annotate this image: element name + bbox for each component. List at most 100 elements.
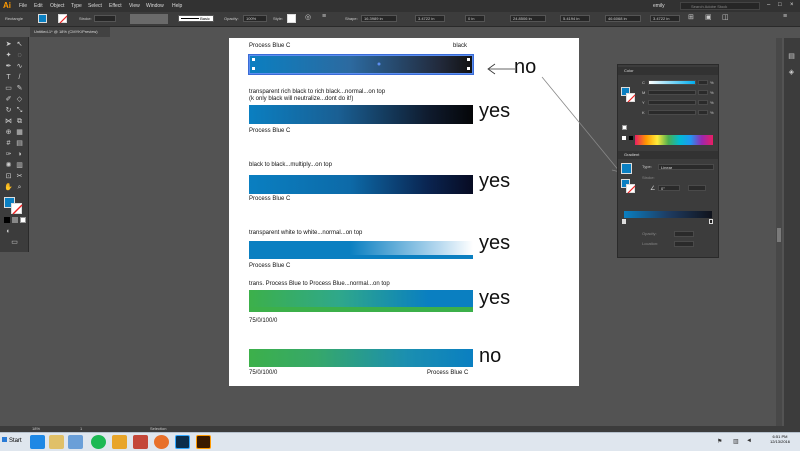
menu-type[interactable]: Type: [71, 3, 82, 9]
symbol-sprayer-tool-icon[interactable]: ✺: [4, 161, 13, 170]
transform-icon[interactable]: ⊞: [688, 13, 694, 21]
gradient-panel-header[interactable]: Gradient: [618, 151, 718, 159]
black-swatch-icon[interactable]: [629, 136, 633, 140]
menu-file[interactable]: File: [19, 3, 27, 9]
taskbar-app2-icon[interactable]: [133, 435, 148, 449]
direct-selection-tool-icon[interactable]: ↖: [15, 40, 24, 49]
hand-tool-icon[interactable]: ✋: [4, 183, 13, 192]
menu-object[interactable]: Object: [50, 3, 64, 9]
mesh-tool-icon[interactable]: #: [4, 139, 13, 148]
tray-volume-icon[interactable]: ◄: [746, 438, 752, 444]
shape-width-field[interactable]: 16.3989 in: [361, 15, 397, 22]
vertical-scroll-thumb[interactable]: [777, 228, 781, 242]
pen-tool-icon[interactable]: ✒: [4, 62, 13, 71]
curvature-tool-icon[interactable]: ∿: [15, 62, 24, 71]
shaper-tool-icon[interactable]: ✐: [4, 95, 13, 104]
gradient-thumbnail[interactable]: [621, 163, 632, 174]
x-field[interactable]: 24.8506 in: [510, 15, 546, 22]
screen-mode-icon[interactable]: ▭: [10, 238, 19, 247]
system-clock[interactable]: 6:51 PM 12/13/2016: [760, 434, 800, 444]
start-button[interactable]: Start: [0, 433, 28, 450]
taskbar-outlook-icon[interactable]: [112, 435, 127, 449]
isolate-icon[interactable]: ▣: [705, 13, 712, 21]
menu-select[interactable]: Select: [88, 3, 102, 9]
gradient-slider-ramp[interactable]: [624, 211, 712, 218]
selection-tool-icon[interactable]: ➤: [4, 40, 13, 49]
channel-c-field[interactable]: [698, 80, 708, 85]
free-transform-tool-icon[interactable]: ⧉: [15, 117, 24, 126]
channel-m-field[interactable]: [698, 90, 708, 95]
y-field[interactable]: 5.4194 in: [560, 15, 590, 22]
gradient-bar-6[interactable]: [249, 349, 473, 367]
line-tool-icon[interactable]: /: [15, 73, 24, 82]
align-icon[interactable]: ≡: [322, 13, 326, 20]
gradient-type-select[interactable]: Linear: [658, 164, 714, 170]
w-field[interactable]: 46.6068 in: [605, 15, 641, 22]
lasso-tool-icon[interactable]: ◌: [15, 51, 24, 60]
gradient-location-field[interactable]: [674, 241, 694, 247]
channel-c-slider[interactable]: [648, 80, 696, 85]
maximize-icon[interactable]: □: [778, 2, 782, 8]
color-spectrum-ramp[interactable]: [635, 135, 713, 145]
color-mode-icon[interactable]: [4, 217, 10, 223]
color-panel-stroke-swatch[interactable]: [626, 93, 636, 103]
opacity-field[interactable]: 100%: [243, 15, 267, 22]
magic-wand-tool-icon[interactable]: ✦: [4, 51, 13, 60]
vertical-scrollbar[interactable]: [776, 38, 782, 426]
gradient-bar-1[interactable]: [248, 54, 474, 75]
taskbar-firefox-icon[interactable]: [154, 435, 169, 449]
dock-layers-icon[interactable]: ◈: [787, 68, 796, 77]
taskbar-folder-icon[interactable]: [49, 435, 64, 449]
shape-height-field[interactable]: 3.4722 in: [415, 15, 445, 22]
stroke-color-swatch[interactable]: [11, 203, 23, 215]
corner-radius-field[interactable]: 0 in: [465, 15, 485, 22]
eyedropper-tool-icon[interactable]: ✑: [4, 150, 13, 159]
eraser-tool-icon[interactable]: ◇: [15, 95, 24, 104]
stroke-weight-field[interactable]: [94, 15, 116, 22]
artboard-number[interactable]: 1: [80, 426, 82, 431]
menu-edit[interactable]: Edit: [34, 3, 43, 9]
draw-mode-icon[interactable]: ◐: [4, 227, 13, 236]
gradient-mode-icon[interactable]: [12, 217, 18, 223]
variable-width-profile[interactable]: [130, 14, 168, 24]
user-name[interactable]: emily: [653, 3, 665, 9]
tray-flag-icon[interactable]: ⚑: [717, 438, 722, 445]
channel-y-slider[interactable]: [648, 100, 696, 105]
stock-search-input[interactable]: Search Adobe Stock: [680, 2, 760, 10]
gradient-stroke-swatch[interactable]: [626, 184, 636, 194]
rectangle-tool-icon[interactable]: ▭: [4, 84, 13, 93]
gradient-bar-3[interactable]: [249, 175, 473, 194]
taskbar-app-icon[interactable]: [68, 435, 83, 449]
gradient-opacity-field[interactable]: [674, 231, 694, 237]
menu-view[interactable]: View: [129, 3, 140, 9]
white-swatch-icon[interactable]: [622, 136, 626, 140]
channel-m-slider[interactable]: [648, 90, 696, 95]
slice-tool-icon[interactable]: ✂: [15, 172, 24, 181]
brush-definition[interactable]: Basic: [178, 15, 214, 22]
panel-menu-icon[interactable]: ≡: [783, 13, 787, 20]
graphic-style-swatch[interactable]: [287, 14, 296, 23]
fill-swatch[interactable]: [38, 14, 47, 23]
taskbar-photoshop-icon[interactable]: [175, 435, 190, 449]
type-tool-icon[interactable]: T: [4, 73, 13, 82]
menu-help[interactable]: Help: [172, 3, 182, 9]
paintbrush-tool-icon[interactable]: ✎: [15, 84, 24, 93]
channel-y-field[interactable]: [698, 100, 708, 105]
blend-tool-icon[interactable]: ◑: [15, 150, 24, 159]
close-icon[interactable]: ×: [790, 2, 794, 8]
width-tool-icon[interactable]: ⋈: [4, 117, 13, 126]
taskbar-illustrator-icon[interactable]: [196, 435, 211, 449]
gradient-angle-field[interactable]: 0°: [658, 185, 680, 191]
document-tab[interactable]: Untitled-1* @ 18% (CMYK/Preview): [30, 27, 110, 37]
minimize-icon[interactable]: –: [767, 2, 770, 8]
channel-k-field[interactable]: [698, 110, 708, 115]
zoom-tool-icon[interactable]: ⌕: [15, 183, 24, 192]
dock-properties-icon[interactable]: ▤: [787, 52, 796, 61]
graph-tool-icon[interactable]: ▥: [15, 161, 24, 170]
color-panel-header[interactable]: Color: [618, 67, 718, 75]
stroke-swatch[interactable]: [58, 14, 68, 24]
gradient-stop-left-icon[interactable]: [622, 219, 626, 224]
taskbar-ie-icon[interactable]: [30, 435, 45, 449]
envelope-icon[interactable]: ◫: [722, 13, 729, 21]
recolor-icon[interactable]: ◎: [305, 13, 311, 21]
